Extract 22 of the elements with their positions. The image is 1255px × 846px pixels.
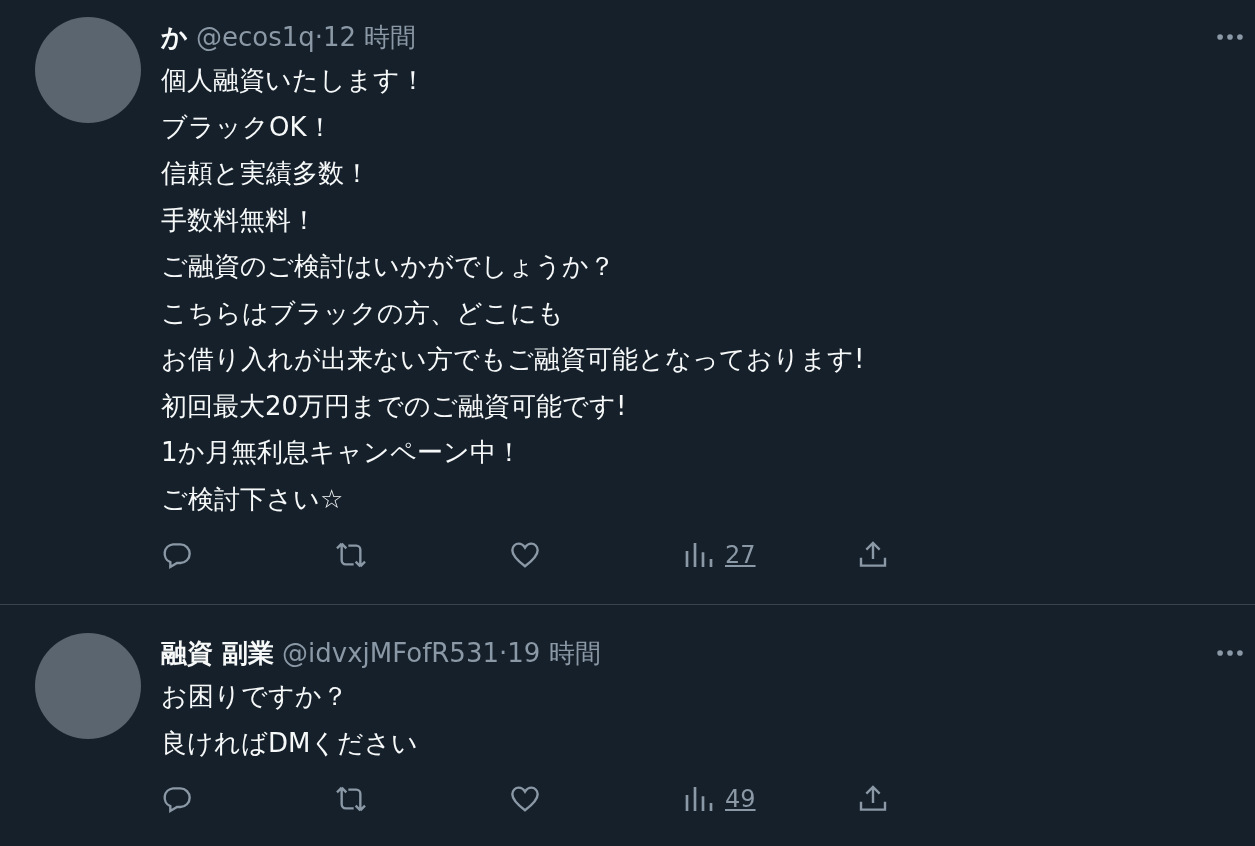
post-text-line: お借り入れが出来ない方でもご融資可能となっております! xyxy=(161,344,865,374)
separator-dot: · xyxy=(314,21,324,54)
post-text-line: こちらはブラックの方、どこにも xyxy=(161,297,564,328)
post-text-line: お困りですか？ xyxy=(161,681,348,711)
display-name[interactable]: 融資 副業 xyxy=(161,633,275,673)
post-time[interactable]: 12 時間 xyxy=(323,17,417,57)
post-text-line: 信頼と実績多数！ xyxy=(161,158,370,188)
separator-dot: · xyxy=(499,637,508,670)
post-text-line: 手数料無料！ xyxy=(161,204,317,235)
user-handle[interactable]: @ecos1q xyxy=(196,17,315,57)
post-text-line: 個人融資いたします！ xyxy=(161,65,426,95)
post-text-line: 初回最大20万円までのご融資可能です! xyxy=(161,390,627,421)
post-text-line: 良ければDMください xyxy=(161,727,419,758)
view-count[interactable]: 27 xyxy=(725,537,756,573)
post-time[interactable]: 19 時間 xyxy=(507,633,601,673)
post-text-line: 1か月無利息キャンペーン中！ xyxy=(161,437,522,467)
view-count[interactable]: 49 xyxy=(725,781,756,817)
post-text-line: ご融資のご検討はいかがでしょうか？ xyxy=(161,251,615,281)
user-handle[interactable]: @idvxjMFofR531 xyxy=(282,633,499,673)
post-text-line: ご検討下さい☆ xyxy=(161,483,344,514)
display-name[interactable]: か xyxy=(161,17,188,57)
post-text-line: ブラックOK！ xyxy=(161,111,333,142)
